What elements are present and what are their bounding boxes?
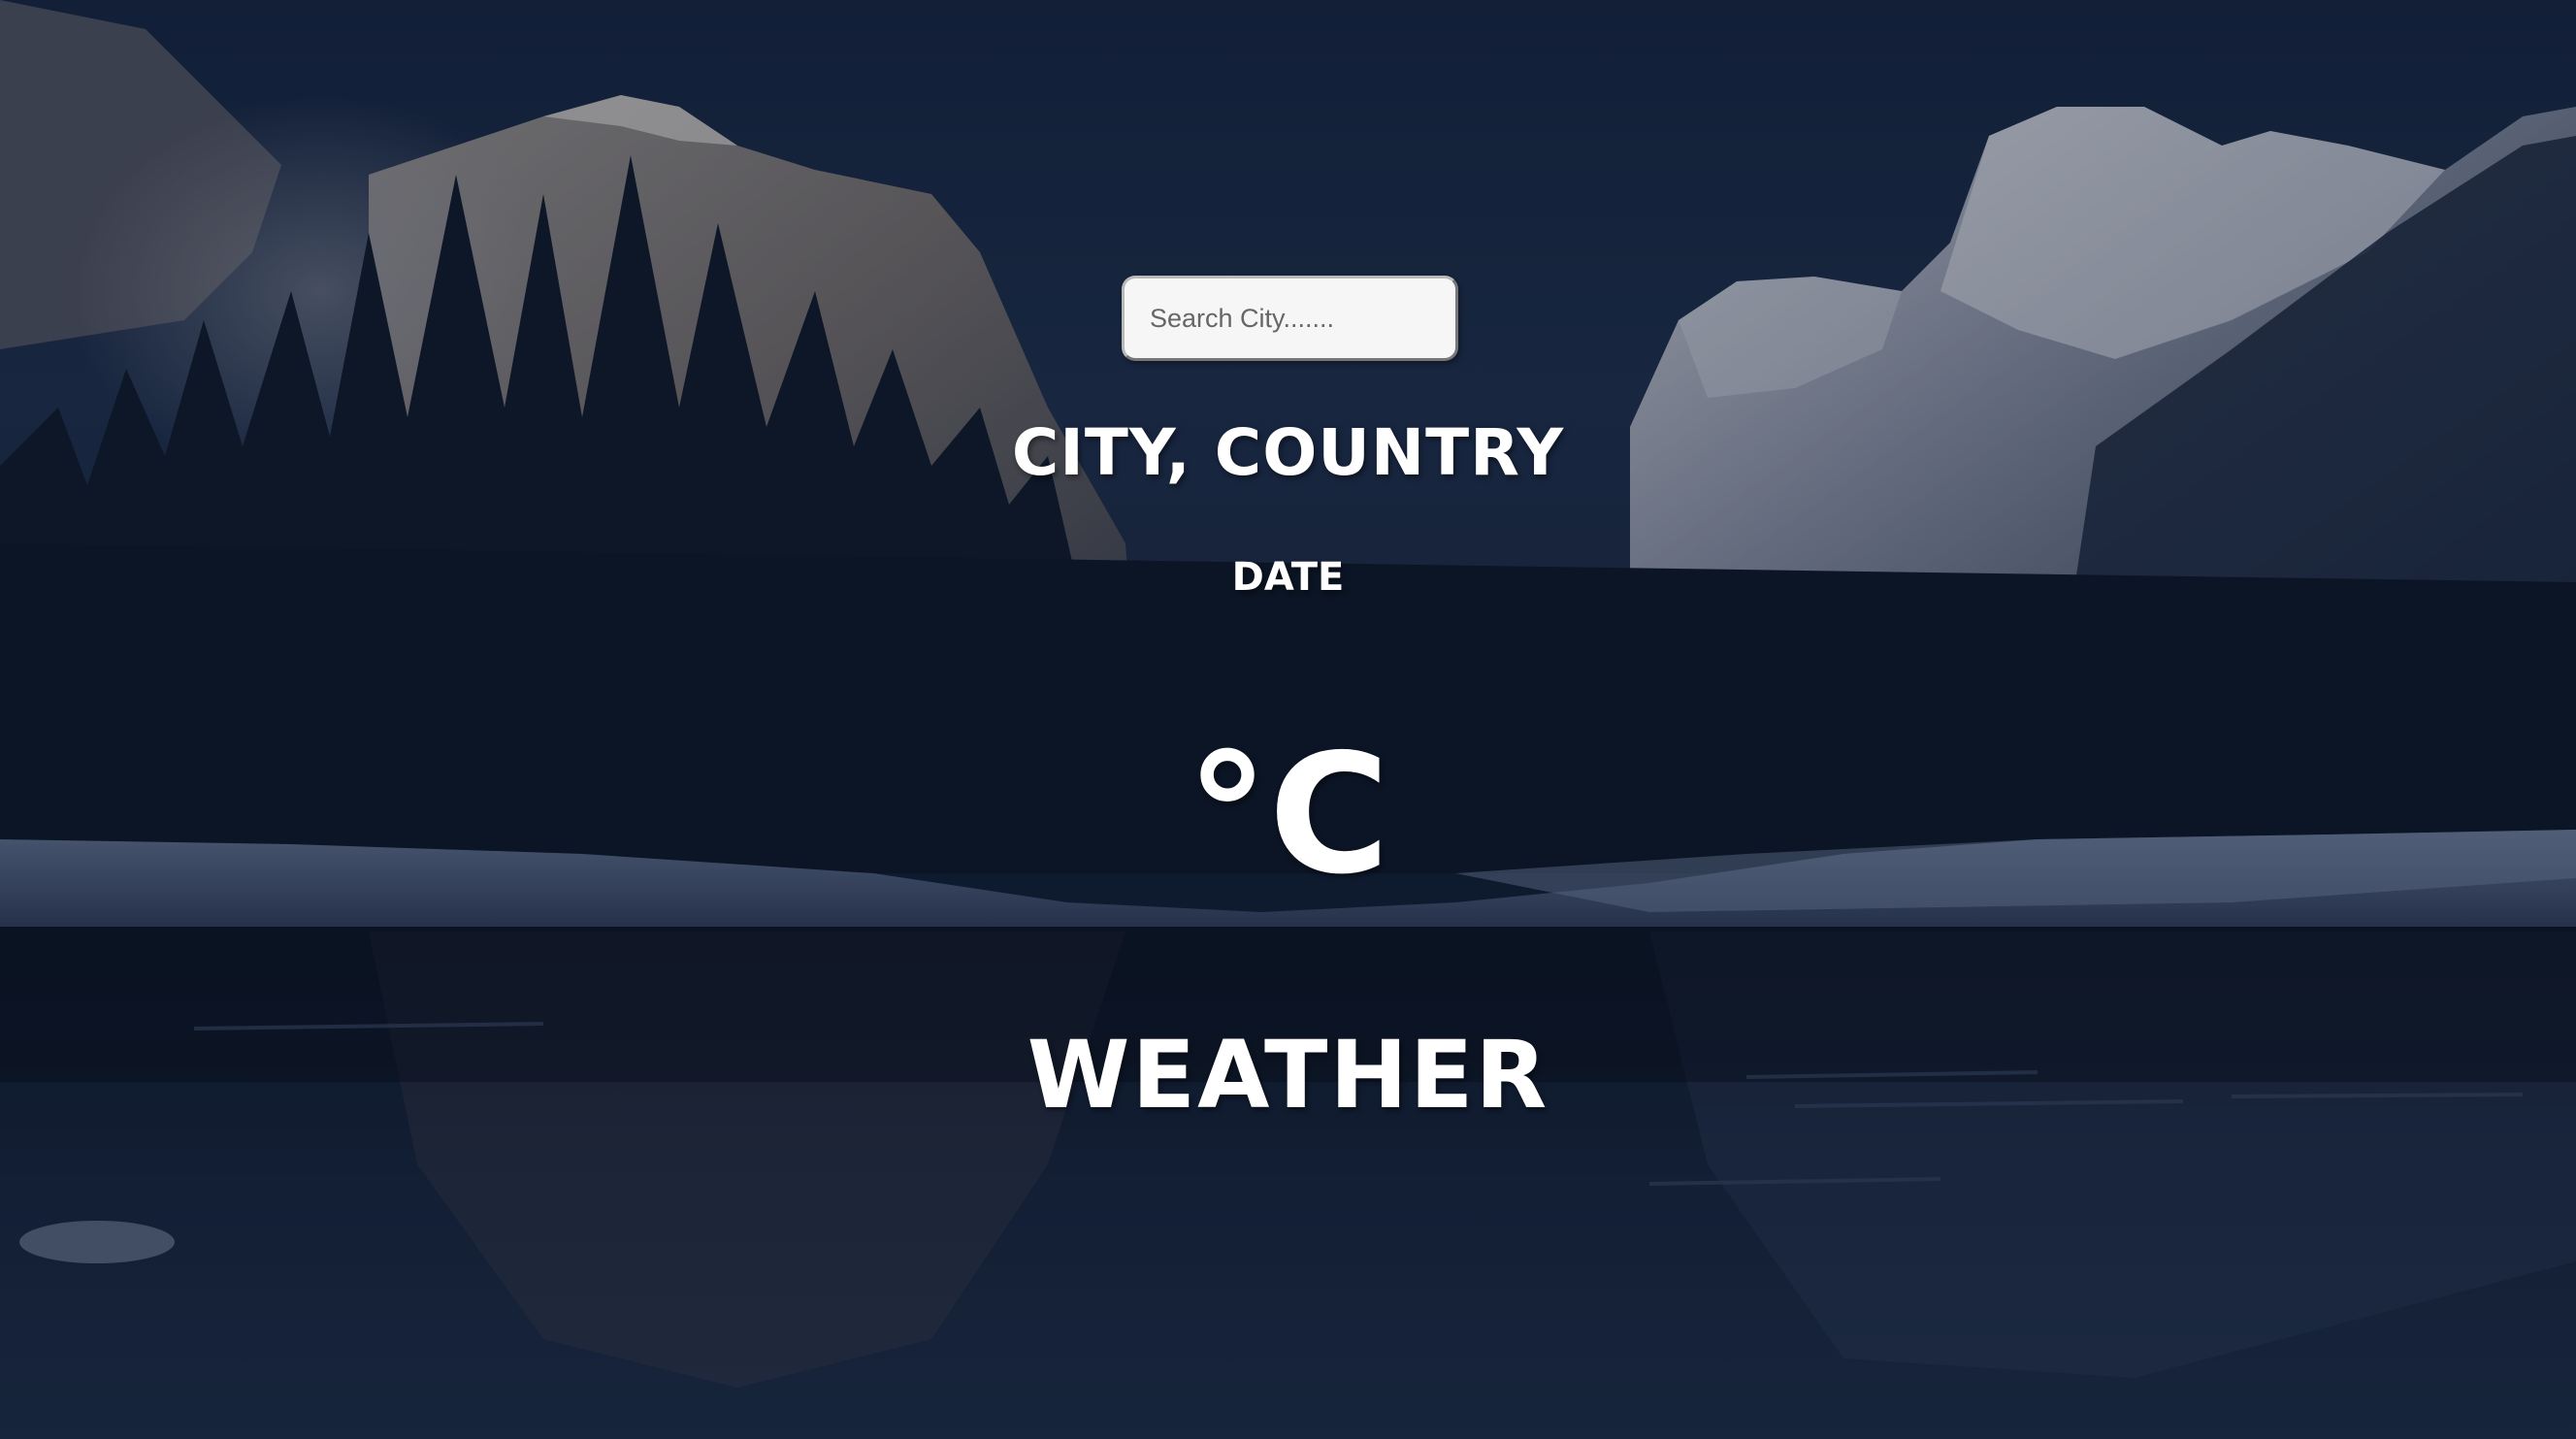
location-heading: CITY, COUNTRY: [1011, 415, 1565, 490]
date-label: DATE: [1231, 555, 1345, 600]
search-city-input[interactable]: [1122, 276, 1458, 361]
weather-description: WEATHER: [1027, 1021, 1549, 1129]
temperature-display: °C: [0, 733, 2576, 898]
temperature-unit: °C: [1186, 719, 1390, 911]
